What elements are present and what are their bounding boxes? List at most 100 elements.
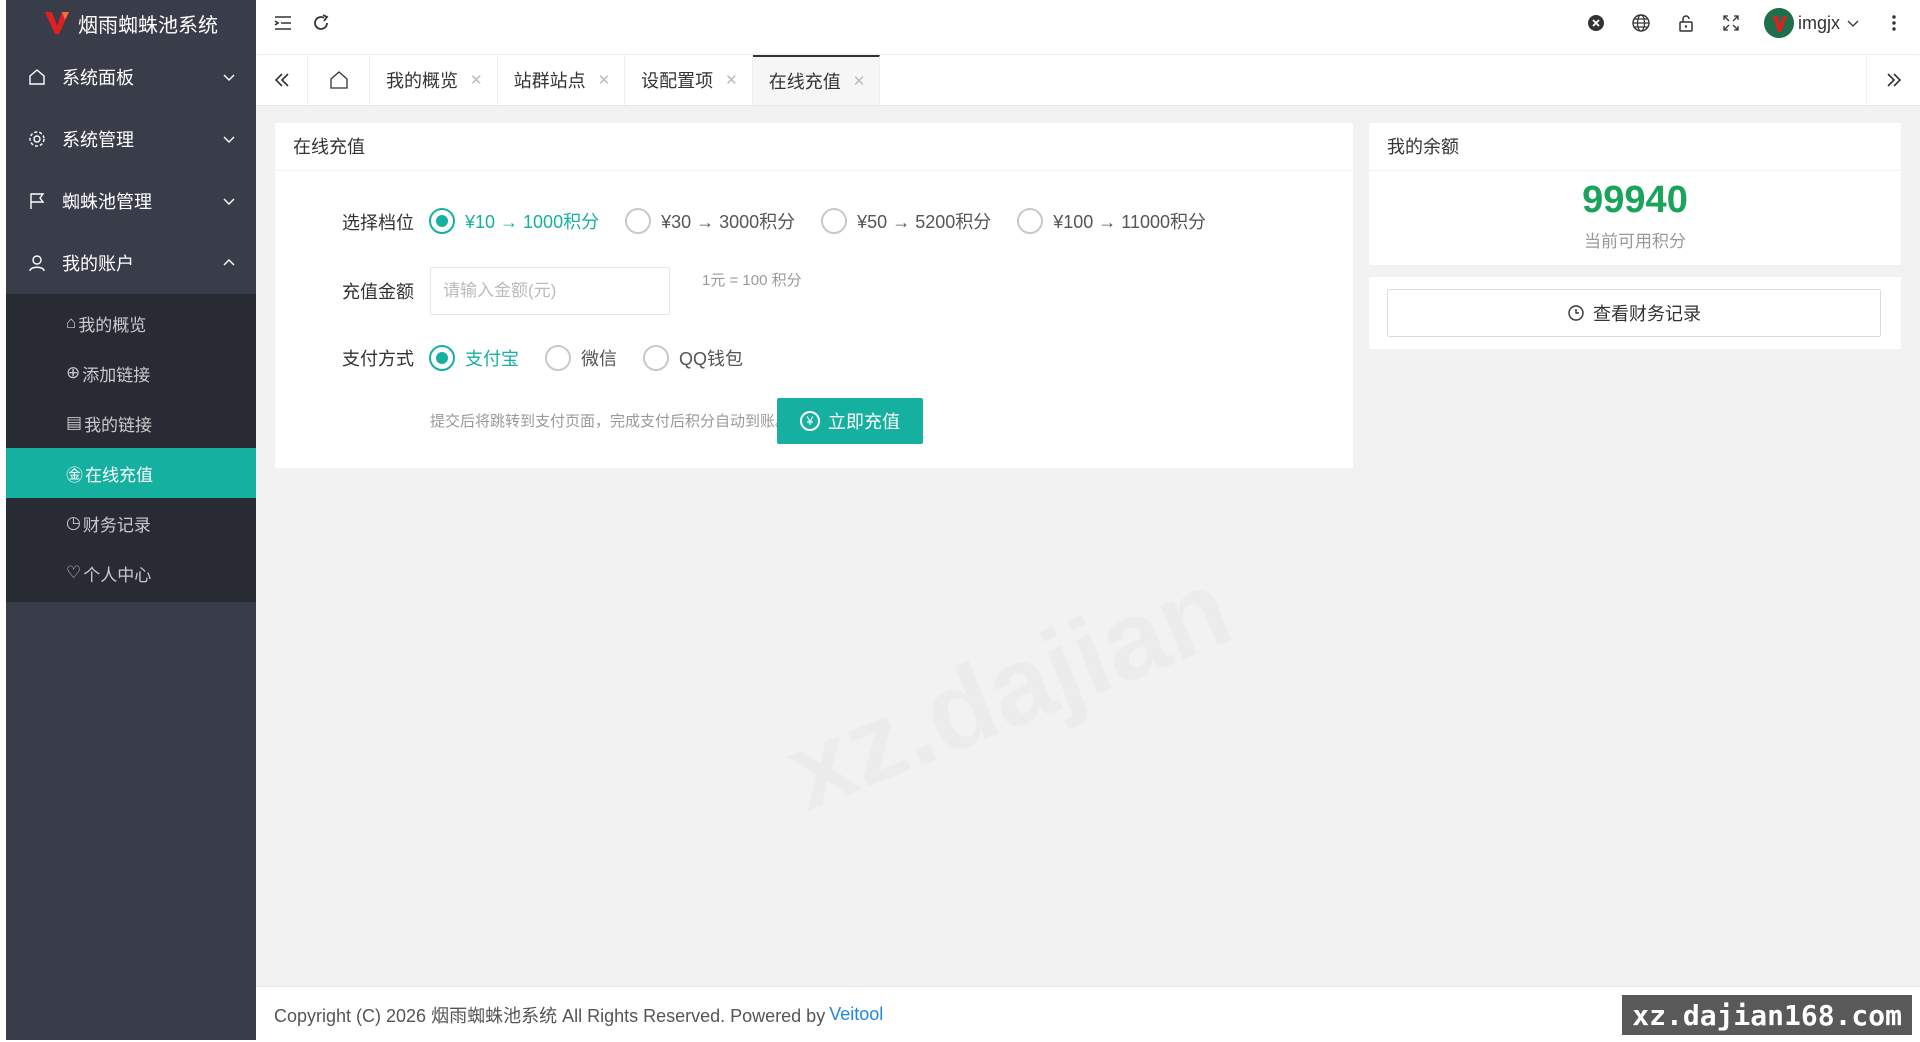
user-icon <box>26 252 48 274</box>
radio-icon <box>821 208 848 234</box>
lock-icon[interactable] <box>1674 11 1698 35</box>
fullscreen-icon[interactable] <box>1719 11 1743 35</box>
balance-card: 我的余额 99940 当前可用积分 <box>1369 123 1901 265</box>
balance-value: 99940 <box>1582 179 1688 221</box>
tabs-scroll-left-icon[interactable] <box>256 55 308 105</box>
radio-icon <box>429 345 455 371</box>
flag-icon <box>26 190 48 212</box>
radio-label: 支付宝 <box>465 349 519 369</box>
radio-icon <box>429 208 455 234</box>
payment-radio-wechat[interactable]: 微信 <box>545 345 617 371</box>
brand[interactable]: 烟雨蜘蛛池系统 <box>6 0 256 46</box>
rate-hint: 1元 = 100 积分 <box>702 272 802 289</box>
globe-icon[interactable] <box>1629 11 1653 35</box>
submenu-item-label: 我的链接 <box>84 415 153 435</box>
tab-overview[interactable]: 我的概览 ✕ <box>370 55 498 105</box>
tab-site-group[interactable]: 站群站点 ✕ <box>498 55 626 105</box>
amount-input[interactable] <box>430 267 670 315</box>
main-content: xz.dajian 在线充值 选择档位 ¥10 → 1000积分 ¥30 → 3… <box>256 106 1920 986</box>
tier-radio-10[interactable]: ¥10 → 1000积分 <box>429 208 599 234</box>
tier-label: 选择档位 <box>342 213 414 233</box>
close-icon[interactable]: ✕ <box>853 72 866 90</box>
sidebar-item-label: 系统面板 <box>62 68 134 88</box>
sidebar: 烟雨蜘蛛池系统 系统面板 系统管理 蜘蛛池管理 我的账户 ⌂ 我的概览 ⊕ 添加… <box>6 0 256 1040</box>
payment-radio-alipay[interactable]: 支付宝 <box>429 345 519 371</box>
username: imgjx <box>1797 12 1840 33</box>
home-icon <box>26 66 48 88</box>
records-card: 查看财务记录 <box>1369 277 1901 349</box>
chevron-down-icon <box>223 198 235 205</box>
submenu-item-label: 财务记录 <box>82 515 151 535</box>
tab-home-icon[interactable] <box>308 55 370 105</box>
card-title: 在线充值 <box>275 123 1353 171</box>
radio-icon <box>643 345 669 371</box>
header-toolbar: imgjx <box>1584 0 1920 46</box>
clock-icon <box>1568 305 1584 321</box>
submenu-item-profile[interactable]: ♡ 个人中心 <box>6 548 256 598</box>
radio-icon <box>1017 208 1044 234</box>
view-finance-records-button[interactable]: 查看财务记录 <box>1387 289 1881 337</box>
logo-icon <box>45 12 69 34</box>
submenu-item-my-links[interactable]: ▤ 我的链接 <box>6 398 256 448</box>
radio-label: ¥10 → 1000积分 <box>465 212 600 232</box>
sidebar-item-my-account[interactable]: 我的账户 <box>6 232 256 294</box>
chevron-down-icon <box>1847 20 1859 27</box>
tier-radio-50[interactable]: ¥50 → 5200积分 <box>821 208 991 234</box>
refresh-icon[interactable] <box>309 11 333 35</box>
sidebar-item-label: 系统管理 <box>62 130 134 150</box>
radio-label: QQ钱包 <box>679 349 744 369</box>
account-submenu: ⌂ 我的概览 ⊕ 添加链接 ▤ 我的链接 ㊎ 在线充值 ◷ 财务记录 ♡ 个人中… <box>6 294 256 602</box>
clear-cache-icon[interactable] <box>1584 11 1608 35</box>
card-title: 我的余额 <box>1369 123 1901 171</box>
tabs-scroll-right-icon[interactable] <box>1866 55 1920 105</box>
app-title: 烟雨蜘蛛池系统 <box>78 14 218 37</box>
clock-icon: ◷ <box>66 513 81 532</box>
radio-label: ¥100 → 11000积分 <box>1053 212 1206 232</box>
submenu-item-label: 个人中心 <box>83 565 152 585</box>
payment-radio-group: 支付宝 微信 QQ钱包 <box>429 345 769 371</box>
chevron-up-icon <box>223 259 235 266</box>
submenu-item-finance-records[interactable]: ◷ 财务记录 <box>6 498 256 548</box>
watermark: xz.dajian <box>769 544 1247 836</box>
amount-label: 充值金额 <box>342 282 414 302</box>
tab-label: 设配置项 <box>641 71 714 91</box>
sidebar-item-spider-pool[interactable]: 蜘蛛池管理 <box>6 170 256 232</box>
tab-recharge[interactable]: 在线充值 ✕ <box>752 55 881 105</box>
submenu-item-overview[interactable]: ⌂ 我的概览 <box>6 298 256 348</box>
veitool-link[interactable]: Veitool <box>829 1004 883 1025</box>
close-icon[interactable]: ✕ <box>598 71 611 89</box>
submenu-item-recharge[interactable]: ㊎ 在线充值 <box>6 448 256 498</box>
radio-icon <box>545 345 571 371</box>
tab-config[interactable]: 设配置项 ✕ <box>625 55 753 105</box>
close-icon[interactable]: ✕ <box>470 71 483 89</box>
more-vertical-icon[interactable] <box>1882 11 1906 35</box>
document-icon: ▤ <box>66 413 83 432</box>
close-icon[interactable]: ✕ <box>725 71 738 89</box>
sidebar-item-label: 我的账户 <box>62 254 134 274</box>
chevron-down-icon <box>223 136 235 143</box>
submenu-item-label: 在线充值 <box>85 465 153 485</box>
plus-circle-icon: ⊕ <box>66 363 81 382</box>
chevron-down-icon <box>223 74 235 81</box>
payment-radio-qq[interactable]: QQ钱包 <box>643 345 743 371</box>
submenu-item-label: 添加链接 <box>82 365 151 385</box>
tier-radio-group: ¥10 → 1000积分 ¥30 → 3000积分 ¥50 → 5200积分 ¥… <box>429 208 1232 234</box>
menu-toggle-icon[interactable] <box>271 11 295 35</box>
tier-radio-100[interactable]: ¥100 → 11000积分 <box>1017 208 1206 234</box>
radio-label: ¥30 → 3000积分 <box>661 212 796 232</box>
button-label: 立即充值 <box>828 412 900 432</box>
radio-icon <box>625 208 652 234</box>
tier-radio-30[interactable]: ¥30 → 3000积分 <box>625 208 795 234</box>
sidebar-item-system[interactable]: 系统管理 <box>6 108 256 170</box>
yen-icon: ¥ <box>800 411 820 431</box>
home-icon: ⌂ <box>66 313 77 332</box>
sidebar-item-label: 蜘蛛池管理 <box>62 192 152 212</box>
footer: Copyright (C) 2026 烟雨蜘蛛池系统 All Rights Re… <box>256 986 1920 1042</box>
recharge-submit-button[interactable]: ¥ 立即充值 <box>777 398 923 444</box>
top-header: imgjx <box>256 0 1920 46</box>
avatar <box>1763 8 1794 38</box>
submenu-item-add-link[interactable]: ⊕ 添加链接 <box>6 348 256 398</box>
user-menu[interactable]: imgjx <box>1763 8 1860 38</box>
sidebar-item-dashboard[interactable]: 系统面板 <box>6 46 256 108</box>
page-tabs: 我的概览 ✕ 站群站点 ✕ 设配置项 ✕ 在线充值 ✕ <box>256 54 1920 106</box>
